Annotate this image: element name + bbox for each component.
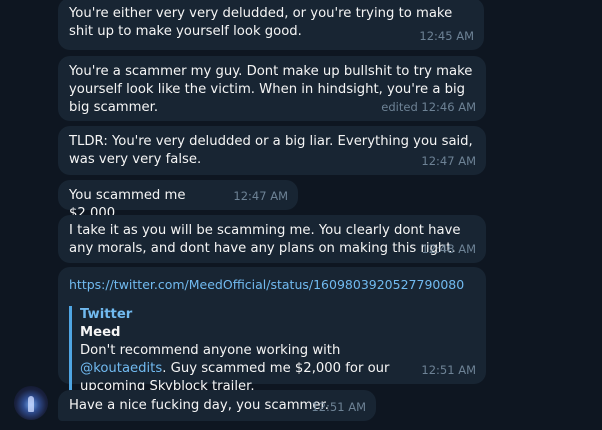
- preview-text-before: Don't recommend anyone working with: [80, 343, 341, 358]
- message-time: 12:45 AM: [419, 29, 474, 43]
- message-time: 12:51 AM: [421, 363, 476, 377]
- message-time: 12:47 AM: [233, 189, 288, 203]
- chat-history: You're either very very deludded, or you…: [0, 0, 602, 430]
- message-bubble[interactable]: Have a nice fucking day, you scammer. 12…: [58, 390, 376, 421]
- message-time: 12:47 AM: [421, 154, 476, 168]
- message-bubble[interactable]: TLDR: You're very deludded or a big liar…: [58, 126, 486, 175]
- message-text: You're either very very deludded, or you…: [69, 6, 453, 39]
- message-link[interactable]: https://twitter.com/MeedOfficial/status/…: [69, 276, 475, 294]
- message-bubble[interactable]: You're either very very deludded, or you…: [58, 0, 484, 50]
- message-time: 12:51 AM: [311, 400, 366, 414]
- message-time: edited 12:46 AM: [381, 100, 476, 114]
- link-preview[interactable]: Twitter Meed Don't recommend anyone work…: [69, 306, 475, 398]
- message-text: TLDR: You're very deludded or a big liar…: [69, 134, 473, 167]
- avatar-figure: [28, 396, 34, 412]
- message-bubble[interactable]: You're a scammer my guy. Dont make up bu…: [58, 56, 486, 121]
- link-message-bubble[interactable]: https://twitter.com/MeedOfficial/status/…: [58, 267, 486, 398]
- message-time: 12:48 AM: [421, 242, 476, 256]
- message-bubble[interactable]: I take it as you will be scamming me. Yo…: [58, 215, 486, 263]
- mention-link[interactable]: @koutaedits: [80, 361, 162, 376]
- message-bubble[interactable]: You scammed me $2,000. 12:47 AM: [58, 180, 298, 221]
- avatar[interactable]: [14, 386, 48, 420]
- preview-title: Meed: [80, 325, 121, 340]
- preview-description: Don't recommend anyone working with @kou…: [80, 342, 475, 396]
- message-text: I take it as you will be scamming me. Yo…: [69, 223, 461, 256]
- preview-site-name: Twitter: [80, 307, 133, 322]
